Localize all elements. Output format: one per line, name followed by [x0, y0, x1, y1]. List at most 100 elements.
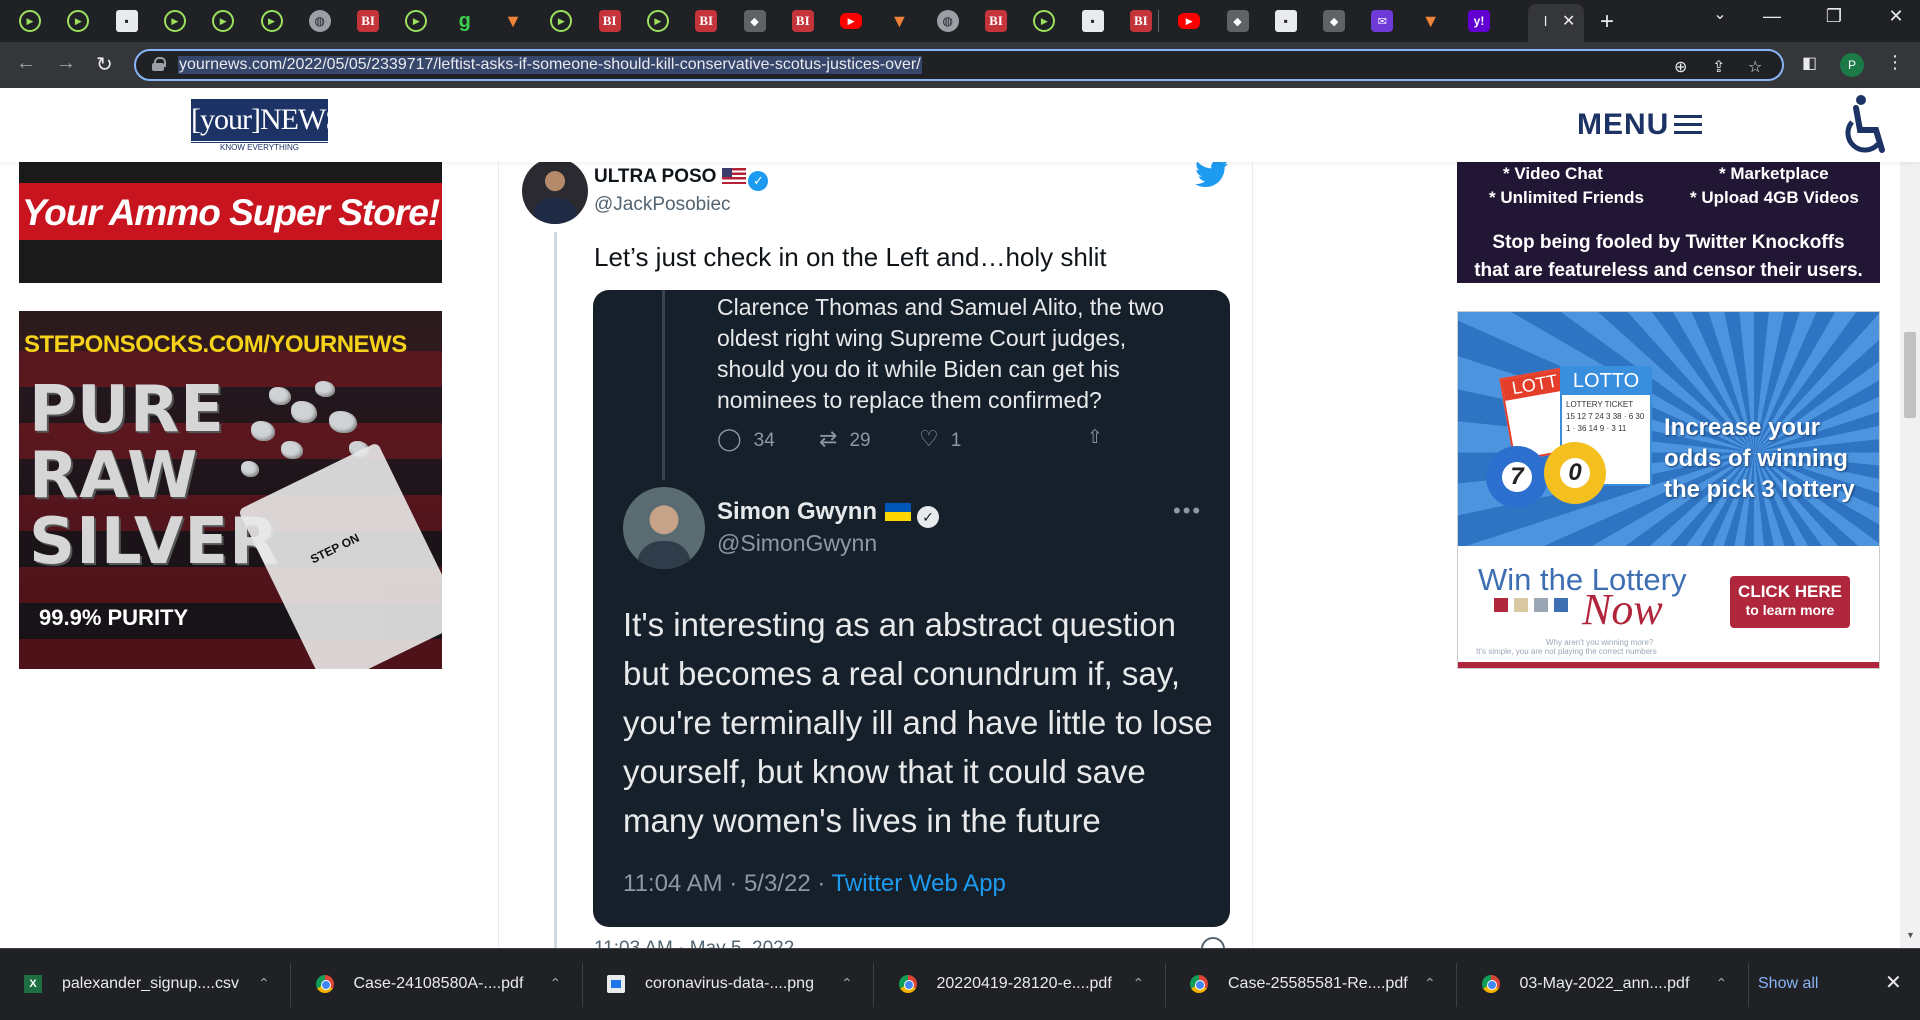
misc-tab-icon[interactable]: ◆ — [1226, 10, 1249, 32]
ad-ammo[interactable]: Your Ammo Super Store! — [19, 162, 442, 283]
logo-tagline: KNOW EVERYTHING — [191, 142, 328, 152]
minimize-button[interactable]: — — [1752, 6, 1792, 27]
ad-lottery-cta-button[interactable]: CLICK HERE to learn more — [1730, 576, 1850, 628]
info-icon[interactable] — [1201, 937, 1225, 948]
youtube-tab-icon[interactable]: ▶ — [1178, 13, 1201, 29]
folder-tab-icon[interactable]: ▪ — [1081, 10, 1104, 32]
bi-tab-icon[interactable]: BI — [791, 10, 814, 32]
bookmark-tab-icon[interactable]: ▼ — [1420, 10, 1442, 32]
kebab-menu-icon[interactable]: ⋮ — [1886, 52, 1904, 73]
yahoo-tab-icon[interactable]: y! — [1468, 10, 1490, 32]
restore-button[interactable]: ❐ — [1814, 6, 1854, 27]
chevron-up-icon[interactable]: ⌃ — [841, 975, 853, 992]
play-tab-icon[interactable]: ▶ — [646, 10, 669, 32]
url-text[interactable]: yournews.com/2022/05/05/2339717/leftist-… — [178, 56, 922, 74]
tab-close-icon[interactable]: ✕ — [1562, 11, 1575, 31]
tweet-timestamp[interactable]: 11:03 AM · May 5, 2022 — [594, 938, 794, 948]
bi-tab-icon[interactable]: BI — [985, 10, 1007, 32]
misc-tab-icon[interactable]: ◆ — [1323, 10, 1346, 32]
download-item[interactable]: 03-May-2022_ann....pdf ⌃ — [1458, 967, 1748, 1003]
folder-tab-icon[interactable]: ▪ — [115, 10, 138, 32]
screenshot-tweet-body: It's interesting as an abstract question… — [623, 606, 1213, 839]
play-tab-icon[interactable]: ▶ — [19, 10, 41, 32]
download-item[interactable]: Case-25585581-Re....pdf ⌃ — [1166, 967, 1456, 1003]
close-window-button[interactable]: ✕ — [1876, 6, 1916, 27]
forward-button[interactable]: → — [56, 52, 76, 75]
play-tab-icon[interactable]: ▶ — [67, 10, 90, 32]
download-item[interactable]: Xpalexander_signup....csv ⌃ — [0, 967, 290, 1003]
reload-button[interactable]: ↻ — [96, 52, 113, 77]
bi-tab-icon[interactable]: BI — [1129, 10, 1152, 32]
heart-icon: ♡ — [919, 426, 939, 451]
play-tab-icon[interactable]: ▶ — [260, 10, 283, 32]
new-tab-button[interactable]: + — [1600, 8, 1614, 36]
embedded-tweet[interactable]: ULTRA POSO ✓ @JackPosobiec Let’s just che… — [498, 162, 1253, 948]
play-tab-icon[interactable]: ▶ — [163, 10, 186, 32]
download-item[interactable]: Case-24108580A-....pdf ⌃ — [292, 967, 582, 1003]
ad-feature: * Upload 4GB Videos — [1690, 188, 1859, 207]
page-scrollbar[interactable]: ▲ ▼ — [1900, 88, 1920, 948]
close-downloads-icon[interactable]: ✕ — [1885, 970, 1902, 995]
play-tab-icon[interactable]: ▶ — [212, 10, 235, 32]
page-content: Your Ammo Super Store! STEPONSOCKS.COM/Y… — [0, 162, 1920, 948]
lock-icon[interactable] — [152, 57, 166, 71]
scroll-down-icon[interactable]: ▼ — [1906, 930, 1915, 940]
ad-silver[interactable]: STEPONSOCKS.COM/YOURNEWS PURE RAW SILVER… — [19, 311, 442, 669]
excel-file-icon: X — [24, 975, 42, 993]
chevron-up-icon[interactable]: ⌃ — [1424, 975, 1436, 992]
accessibility-icon[interactable] — [1834, 94, 1892, 156]
zoom-icon[interactable]: ⊕ — [1674, 57, 1687, 77]
side-panel-icon[interactable]: ◧ — [1802, 53, 1817, 73]
download-item[interactable]: coronavirus-data-....png ⌃ — [583, 967, 873, 1003]
download-filename: coronavirus-data-....png — [645, 975, 814, 992]
youtube-tab-icon[interactable]: ▶ — [840, 13, 863, 29]
bi-tab-icon[interactable]: BI — [598, 10, 621, 32]
twitter-bird-icon[interactable] — [1195, 162, 1229, 188]
address-bar[interactable]: yournews.com/2022/05/05/2339717/leftist-… — [134, 49, 1784, 81]
ad-lottery-small: Why aren't you winning more? It's simple… — [1476, 638, 1657, 656]
tweet-author[interactable]: ULTRA POSO ✓ — [594, 166, 769, 191]
bookmark-tab-icon[interactable]: ▼ — [888, 10, 910, 32]
share-icon[interactable]: ⇪ — [1712, 57, 1725, 77]
reply-icon: ◯ — [717, 426, 742, 451]
tweet-author-name[interactable]: ULTRA POSO — [594, 166, 716, 187]
tweet-handle[interactable]: @JackPosobiec — [594, 194, 731, 216]
bi-tab-icon[interactable]: BI — [357, 10, 380, 32]
bookmark-star-icon[interactable]: ☆ — [1748, 57, 1762, 77]
chevron-up-icon[interactable]: ⌃ — [1716, 975, 1728, 992]
download-item[interactable]: 20220419-28120-e....pdf ⌃ — [875, 967, 1165, 1003]
play-tab-icon[interactable]: ▶ — [405, 10, 428, 32]
mail-tab-icon[interactable]: ✉ — [1371, 10, 1394, 32]
ad-silver-purity: 99.9% PURITY — [39, 605, 189, 630]
tab-search-icon[interactable]: ⌄ — [1700, 4, 1740, 24]
misc-tab-icon[interactable]: ◆ — [743, 10, 766, 32]
bi-tab-icon[interactable]: BI — [695, 10, 718, 32]
menu-button[interactable]: MENU — [1577, 108, 1669, 142]
scrollbar-thumb[interactable] — [1904, 332, 1916, 418]
active-tab[interactable]: l ✕ — [1528, 4, 1584, 42]
globe-tab-icon[interactable]: ◍ — [308, 10, 331, 32]
ad-lottery-cta-1: CLICK HERE — [1738, 582, 1842, 601]
globe-tab-icon[interactable]: ◍ — [936, 10, 959, 32]
active-tab-label: l — [1544, 13, 1548, 29]
folder-tab-icon[interactable]: ▪ — [1274, 10, 1297, 32]
ad-lottery[interactable]: LOTT LOTTO LOTTERY TICKET 15 12 7 24 3 3… — [1457, 311, 1880, 669]
download-filename: Case-25585581-Re....pdf — [1228, 975, 1408, 992]
bookmark-tab-icon[interactable]: ▼ — [502, 10, 524, 32]
site-logo[interactable]: [your]NEWS KNOW EVERYTHING — [191, 99, 342, 152]
play-tab-icon[interactable]: ▶ — [550, 10, 573, 32]
chevron-up-icon[interactable]: ⌃ — [1133, 975, 1145, 992]
g-tab-icon[interactable]: g — [454, 10, 476, 32]
avatar[interactable] — [522, 162, 588, 224]
ad-social-network[interactable]: * Video Chat * Marketplace * Unlimited F… — [1457, 162, 1880, 283]
play-tab-icon[interactable]: ▶ — [1033, 10, 1056, 32]
hamburger-icon[interactable] — [1674, 115, 1702, 139]
chevron-up-icon[interactable]: ⌃ — [550, 975, 562, 992]
tweet-image[interactable]: Clarence Thomas and Samuel Alito, the tw… — [593, 290, 1230, 927]
show-all-downloads-button[interactable]: Show all — [1758, 975, 1818, 993]
download-divider — [1747, 963, 1749, 1007]
back-button[interactable]: ← — [16, 52, 36, 75]
chevron-up-icon[interactable]: ⌃ — [258, 975, 270, 992]
profile-avatar[interactable]: P — [1840, 53, 1864, 77]
tweet-text: Let’s just check in on the Left and…holy… — [594, 242, 1107, 272]
